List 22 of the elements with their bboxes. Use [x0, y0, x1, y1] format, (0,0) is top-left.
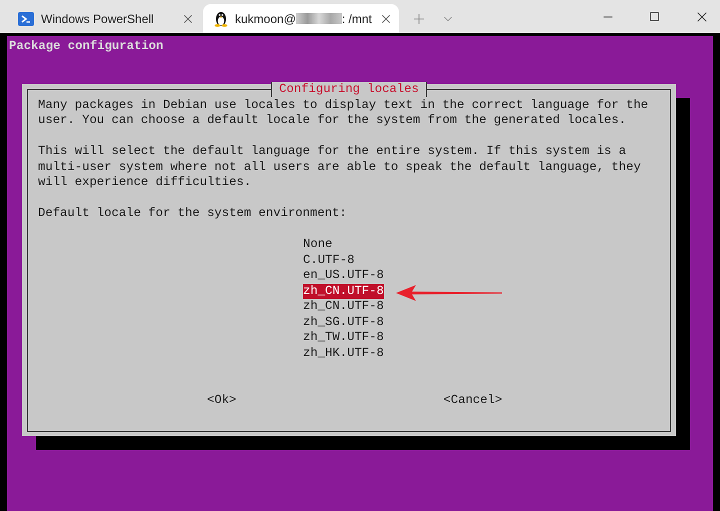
- dialog-button[interactable]: <Cancel>: [443, 392, 502, 408]
- locale-option[interactable]: None: [303, 237, 332, 252]
- locale-option[interactable]: zh_CN.UTF-8: [303, 299, 384, 314]
- locale-option[interactable]: zh_SG.UTF-8: [303, 314, 384, 330]
- prompt-text: Default locale for the system environment:: [38, 206, 348, 222]
- tab-title: Windows PowerShell: [41, 10, 154, 28]
- locale-option[interactable]: C.UTF-8: [303, 252, 354, 268]
- terminal-tab[interactable]: kukmoon@ : /mnt: [203, 4, 399, 33]
- description-paragraph: This will select the default language for the entire system. If this system is a multi-user system where not all users are able to speak the default language, they will experience difficulties.: [38, 144, 642, 190]
- locale-option[interactable]: zh_CN.UTF-8: [303, 284, 384, 299]
- penguin-icon: [214, 10, 228, 27]
- maximize-icon[interactable]: [649, 11, 660, 22]
- terminal-prompt-icon: [18, 10, 34, 26]
- dialog-button[interactable]: <Ok>: [207, 392, 236, 408]
- dialog-title: Configuring locales: [271, 82, 427, 97]
- tab-title: kukmoon@ : /mnt: [235, 10, 372, 28]
- terminal-tab[interactable]: Windows PowerShell: [7, 4, 203, 33]
- locale-option[interactable]: en_US.UTF-8: [303, 268, 384, 284]
- package-configuration-header: Package configuration: [9, 39, 164, 54]
- locale-option[interactable]: zh_HK.UTF-8: [303, 346, 384, 361]
- description-paragraph: Many packages in Debian use locales to display text in the correct language for the user. You can choose a default locale for the system from the generated locales.: [38, 98, 650, 128]
- locale-option[interactable]: zh_TW.UTF-8: [303, 330, 384, 346]
